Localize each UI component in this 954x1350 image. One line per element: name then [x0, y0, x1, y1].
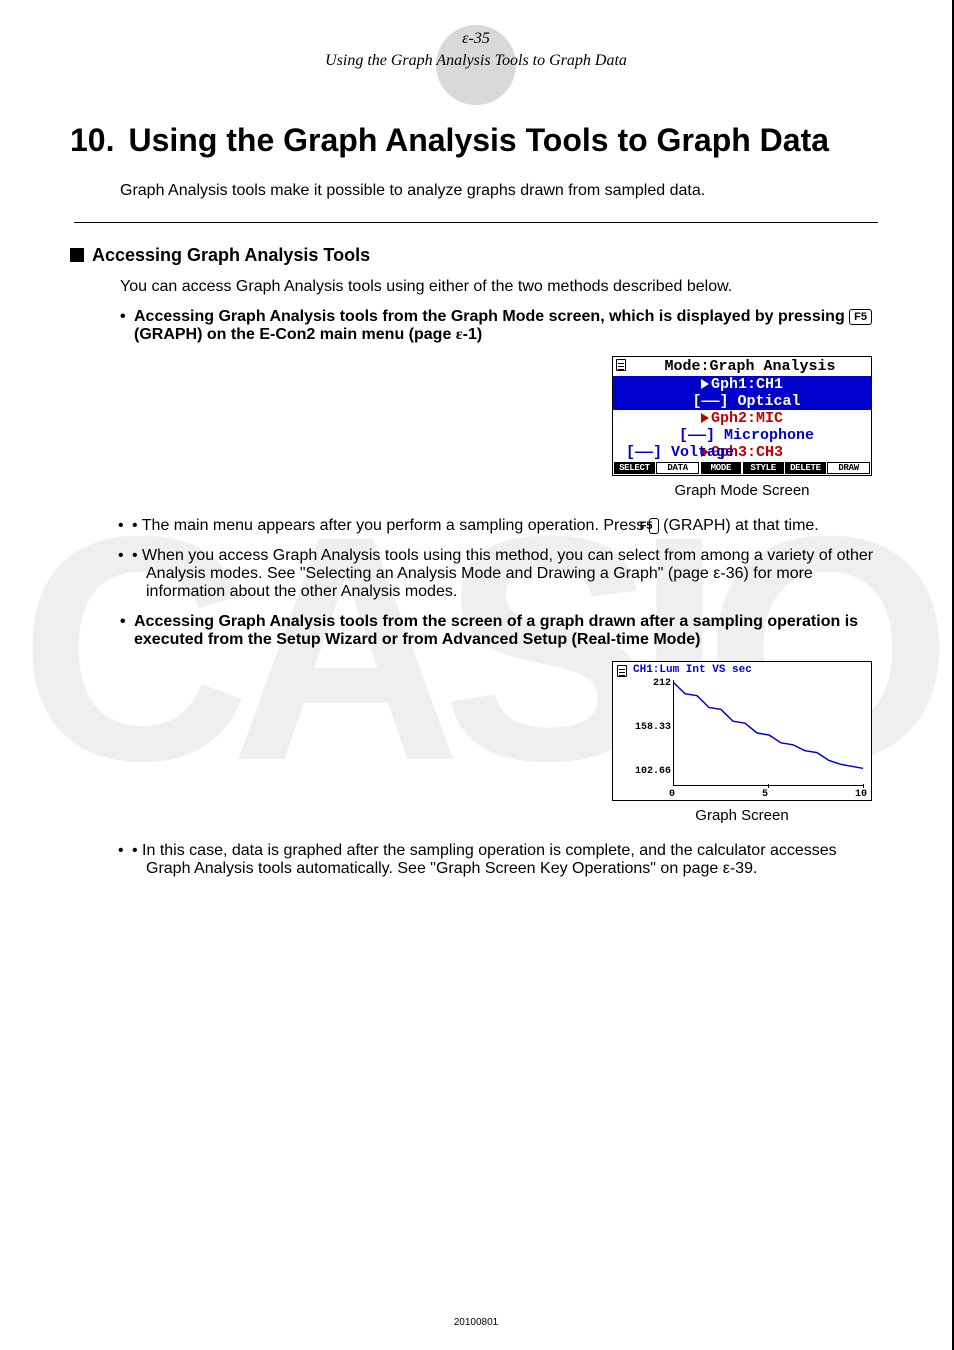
f2-data: DATA: [656, 462, 699, 474]
intro-text: You can access Graph Analysis tools usin…: [120, 278, 882, 296]
para-auto-access: • In this case, data is graphed after th…: [132, 842, 882, 878]
page-number: ε-35: [70, 30, 882, 48]
bullet-method-2: Accessing Graph Analysis tools from the …: [120, 613, 882, 649]
graph-axes: [673, 680, 863, 786]
graph-mode-screen: Mode:Graph Analysis Gph1:CH1 [——] Optica…: [612, 356, 872, 476]
gph2-label: Gph2:MIC: [711, 410, 783, 427]
subheading-text: Accessing Graph Analysis Tools: [92, 245, 370, 266]
page-header: ε-35 Using the Graph Analysis Tools to G…: [70, 30, 882, 70]
graph-title: CH1:Lum Int VS sec: [633, 664, 752, 676]
gph3-sensor: [——] Voltage: [615, 444, 736, 461]
screenshot-1-col: Mode:Graph Analysis Gph1:CH1 [——] Optica…: [612, 356, 872, 499]
para-analysis-modes: • When you access Graph Analysis tools u…: [132, 547, 882, 601]
gph1-sensor: [——] Optical: [613, 393, 871, 410]
f4-style: STYLE: [743, 462, 784, 474]
bullet-method-1: Accessing Graph Analysis tools from the …: [120, 308, 882, 344]
p3-text: In this case, data is graphed after the …: [142, 842, 837, 877]
triangle-icon: [701, 413, 709, 423]
f6-draw: DRAW: [827, 462, 870, 474]
gph1-label: Gph1:CH1: [711, 376, 783, 393]
f5-keycap-icon: F5: [849, 309, 872, 325]
x-label-5: 5: [762, 789, 768, 800]
f3-mode: MODE: [701, 462, 742, 474]
section-title-text: Using the Graph Analysis Tools to Graph …: [128, 120, 829, 162]
y-label-212: 212: [653, 678, 671, 689]
page-subtitle: Using the Graph Analysis Tools to Graph …: [70, 52, 882, 70]
function-key-bar: SELECT DATA MODE STYLE DELETE DRAW: [614, 462, 870, 474]
section-title: 10. Using the Graph Analysis Tools to Gr…: [70, 120, 882, 162]
gph1-row: Gph1:CH1: [613, 376, 871, 393]
gph2-sensor: [——] Microphone: [613, 427, 871, 444]
screenshot-1-row: Mode:Graph Analysis Gph1:CH1 [——] Optica…: [70, 356, 872, 499]
screen-mode-title: Mode:Graph Analysis: [629, 357, 871, 376]
para-main-menu: • The main menu appears after you perfor…: [132, 517, 882, 535]
y-label-158: 158.33: [635, 722, 671, 733]
subheading-accessing: Accessing Graph Analysis Tools: [70, 245, 882, 266]
y-label-102: 102.66: [635, 766, 671, 777]
b1-post2: -1): [463, 326, 483, 343]
battery-icon: [616, 359, 626, 371]
graph-screen: CH1:Lum Int VS sec 212 158.33 102.66 0: [612, 661, 872, 801]
p1-pre: The main menu appears after you perform …: [142, 517, 649, 534]
page-num-value: -35: [468, 30, 489, 47]
p1-post: (GRAPH) at that time.: [663, 517, 819, 534]
separator: [74, 222, 878, 223]
x-tick-10: [863, 784, 864, 788]
f5-delete: DELETE: [785, 462, 826, 474]
b1-pre: Accessing Graph Analysis tools from the …: [134, 308, 849, 325]
data-line: [673, 680, 863, 786]
screenshot-2-caption: Graph Screen: [612, 807, 872, 824]
f1-select: SELECT: [614, 462, 655, 474]
lead-paragraph: Graph Analysis tools make it possible to…: [120, 182, 882, 200]
screenshot-2-row: CH1:Lum Int VS sec 212 158.33 102.66 0: [70, 661, 872, 824]
gph2-row: Gph2:MIC: [613, 410, 871, 427]
epsilon-2: ε: [456, 326, 463, 343]
p2-text: When you access Graph Analysis tools usi…: [142, 547, 873, 600]
battery-icon-2: [617, 665, 627, 677]
section-number: 10.: [70, 120, 114, 162]
x-label-0: 0: [669, 789, 675, 800]
b1-post1: (GRAPH) on the E-Con2 main menu (page: [134, 326, 456, 343]
content: 10. Using the Graph Analysis Tools to Gr…: [70, 120, 882, 878]
screenshot-1-caption: Graph Mode Screen: [612, 482, 872, 499]
footer-date: 20100801: [0, 1317, 952, 1328]
triangle-icon: [701, 379, 709, 389]
screenshot-2-col: CH1:Lum Int VS sec 212 158.33 102.66 0: [612, 661, 872, 824]
square-bullet-icon: [70, 248, 84, 262]
f5-keycap-icon-2: F5: [649, 518, 659, 534]
page: CASIO ε-35 Using the Graph Analysis Tool…: [0, 0, 954, 1350]
x-label-10: 10: [855, 789, 867, 800]
